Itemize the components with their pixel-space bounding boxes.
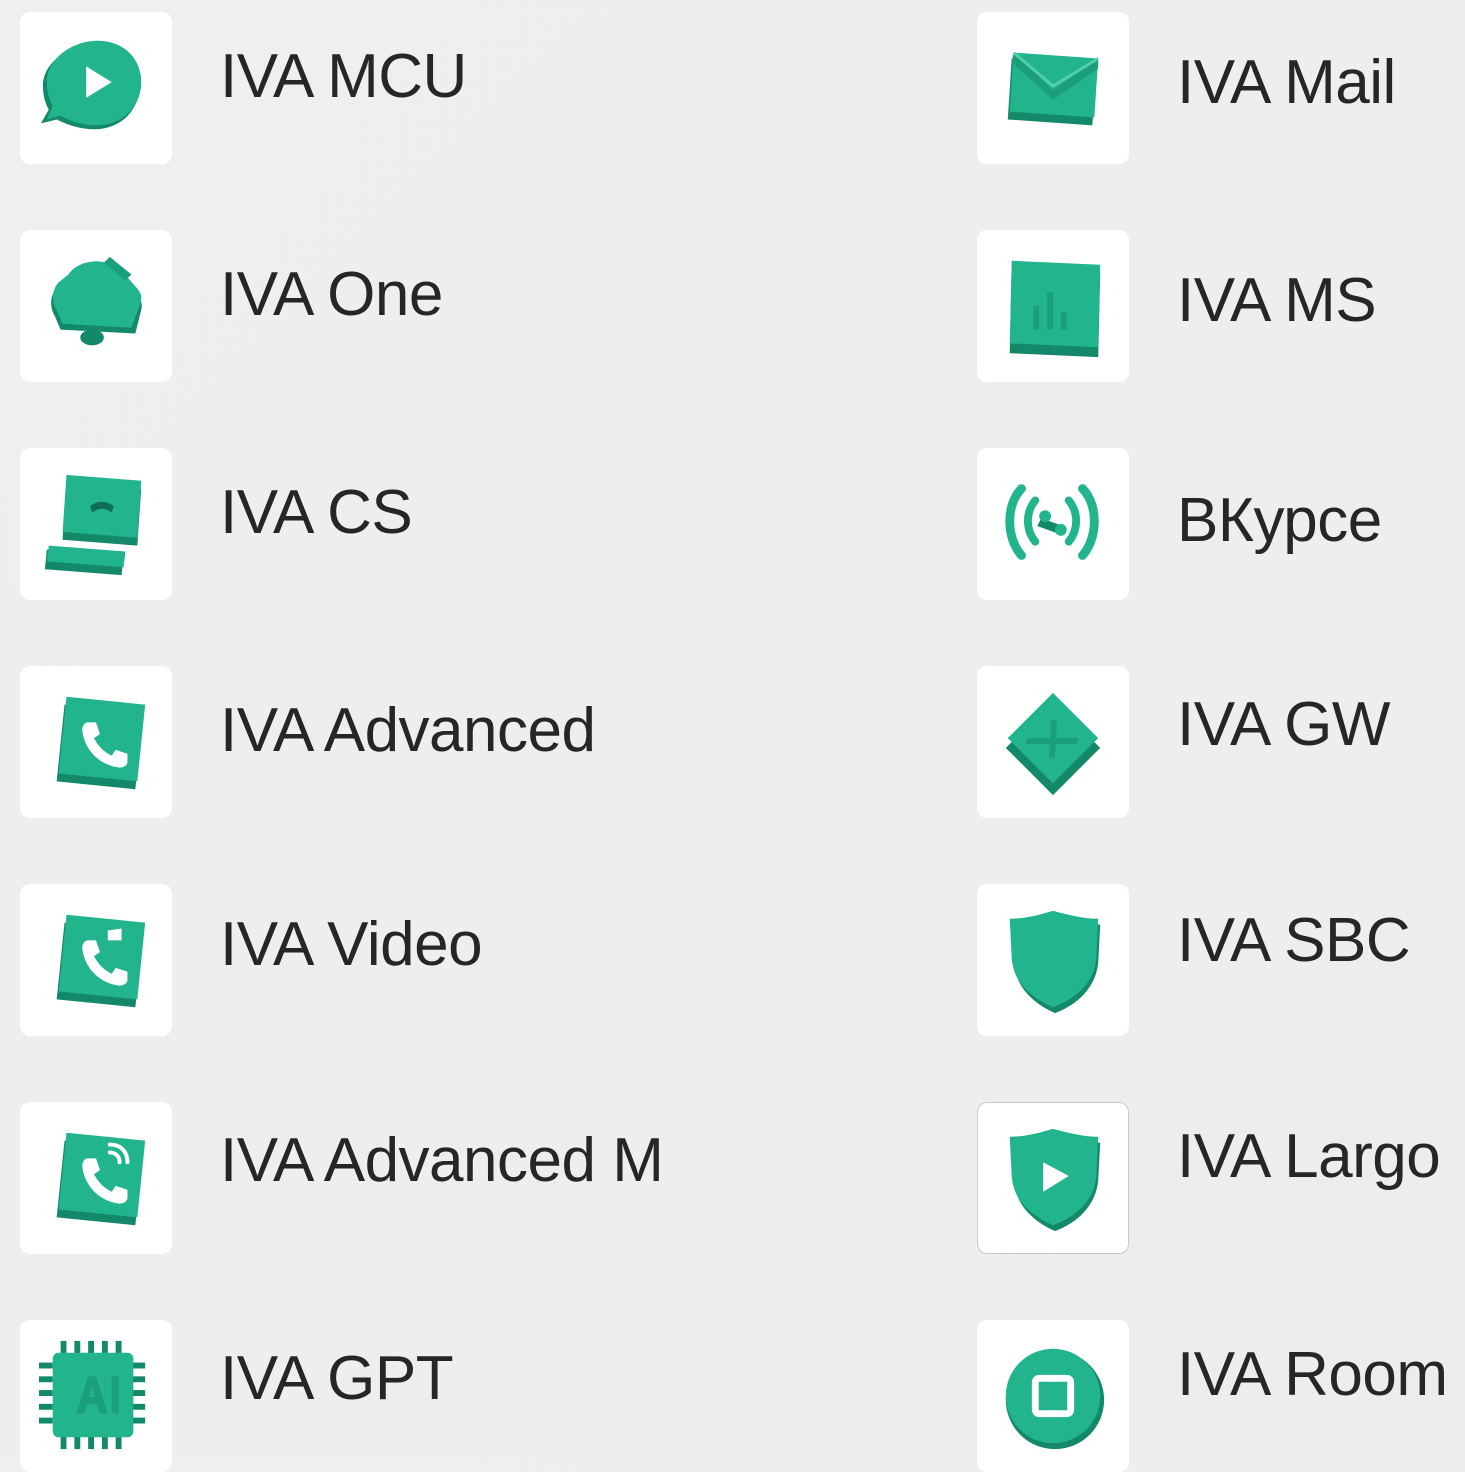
product-iva-ms[interactable]: IVA MS: [977, 230, 1447, 382]
product-grid: IVA MCU IVA Mail IVA One IVA MS IVA CS В…: [0, 0, 1465, 1472]
product-label: IVA Advanced: [220, 696, 596, 765]
product-label: IVA GW: [1177, 690, 1390, 759]
product-tile: [20, 448, 172, 600]
product-tile: [977, 448, 1129, 600]
shield-play-icon: [1009, 1128, 1101, 1232]
product-iva-mail[interactable]: IVA Mail: [977, 12, 1447, 164]
product-label: IVA Mail: [1177, 48, 1396, 117]
product-iva-one[interactable]: IVA One: [20, 230, 540, 382]
product-label: IVA SBC: [1177, 906, 1411, 975]
product-label: IVA GPT: [220, 1344, 454, 1413]
product-tile: [977, 1102, 1129, 1254]
product-label: IVA Largo: [1177, 1122, 1441, 1191]
phone-handset-tray-icon: [44, 474, 142, 576]
product-tile: [20, 230, 172, 382]
product-label: IVA Room: [1177, 1340, 1448, 1409]
product-tile: [977, 884, 1129, 1036]
product-tile: [977, 666, 1129, 818]
product-label: IVA Advanced M: [220, 1126, 664, 1195]
shield-icon: [1009, 910, 1101, 1014]
product-tile: [977, 1320, 1129, 1472]
product-iva-mcu[interactable]: IVA MCU: [20, 12, 540, 164]
product-iva-cs[interactable]: IVA CS: [20, 448, 540, 600]
product-iva-advanced-m[interactable]: IVA Advanced M: [20, 1102, 720, 1254]
product-label: ВКурсе: [1177, 486, 1382, 555]
product-tile: [20, 1320, 172, 1472]
product-label: IVA One: [220, 260, 443, 329]
product-tile: [977, 12, 1129, 164]
product-vkurse[interactable]: ВКурсе: [977, 448, 1447, 600]
product-iva-gw[interactable]: IVA GW: [977, 666, 1447, 818]
ai-chip-icon: [38, 1340, 146, 1450]
product-tile: [20, 666, 172, 818]
envelope-icon: [1007, 51, 1100, 126]
bar-chart-icon: [1009, 260, 1101, 358]
product-iva-gpt[interactable]: IVA GPT: [20, 1320, 540, 1472]
circle-square-icon: [1005, 1348, 1105, 1450]
product-tile: [20, 12, 172, 164]
product-iva-video[interactable]: IVA Video: [20, 884, 540, 1036]
phone-signal-square-icon: [56, 1132, 146, 1226]
product-label: IVA MCU: [220, 42, 467, 111]
product-tile: [977, 230, 1129, 382]
bell-icon: [51, 256, 142, 346]
diamond-divider-icon: [1005, 692, 1101, 796]
product-label: IVA MS: [1177, 266, 1377, 335]
product-iva-room[interactable]: IVA Room: [977, 1320, 1457, 1472]
product-label: IVA Video: [220, 910, 483, 979]
chat-play-icon: [40, 40, 142, 130]
product-iva-sbc[interactable]: IVA SBC: [977, 884, 1447, 1036]
product-iva-advanced[interactable]: IVA Advanced: [20, 666, 640, 818]
phone-video-square-icon: [56, 914, 146, 1008]
broadcast-icon: [1005, 484, 1099, 560]
product-tile: [20, 1102, 172, 1254]
phone-square-icon: [56, 696, 146, 790]
product-iva-largo[interactable]: IVA Largo: [977, 1102, 1457, 1254]
product-tile: [20, 884, 172, 1036]
product-label: IVA CS: [220, 478, 413, 547]
